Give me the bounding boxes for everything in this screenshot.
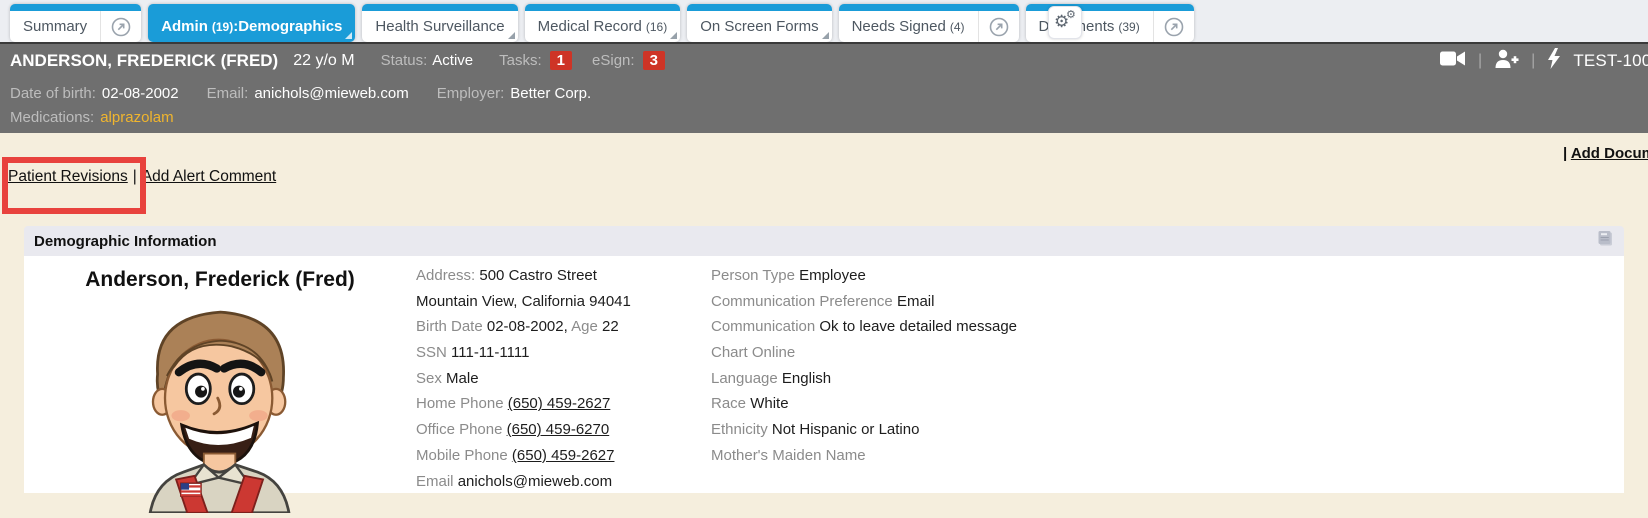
medications-label: Medications: — [10, 109, 94, 126]
journal-book-icon[interactable] — [1596, 230, 1614, 252]
tab-medical-dropdown-corner — [670, 32, 677, 39]
demographics-column-1: Address: 500 Castro Street Mountain View… — [416, 256, 711, 493]
age-label: Age — [571, 318, 598, 335]
sex-label: Sex — [416, 370, 442, 387]
address-label: Address: — [416, 267, 475, 284]
add-person-icon[interactable] — [1494, 49, 1519, 73]
tab-list: Summary Admin (19):Demographics Health Su… — [10, 4, 1194, 42]
language-label: Language — [711, 370, 778, 387]
patient-age-sex: 22 y/o M — [293, 52, 354, 70]
employer-value: Better Corp. — [510, 85, 591, 102]
alert-links-row: Patient Revisions|Add Alert Comment — [8, 168, 276, 186]
tab-on-screen-forms[interactable]: On Screen Forms — [687, 4, 831, 42]
comm-pref-value: Email — [897, 293, 935, 310]
tab-admin-dropdown-corner — [345, 32, 352, 39]
person-type-label: Person Type — [711, 267, 795, 284]
tab-medical-record[interactable]: Medical Record (16) — [525, 4, 681, 42]
esign-count-badge[interactable]: 3 — [643, 51, 665, 70]
patient-display-name: Anderson, Frederick (Fred) — [24, 268, 416, 292]
communication-label: Communication — [711, 318, 815, 335]
birth-date-value: 02-08-2002, — [487, 318, 568, 335]
race-label: Race — [711, 395, 746, 412]
status-label: Status: — [381, 52, 428, 69]
tab-health-surveillance-label: Health Surveillance — [362, 11, 517, 42]
patient-email-label: Email — [416, 473, 454, 490]
employer-label: Employer: — [437, 85, 505, 102]
needs-signed-popout-icon[interactable] — [978, 11, 1019, 42]
add-alert-comment-link[interactable]: Add Alert Comment — [142, 168, 276, 185]
comm-pref-label: Communication Preference — [711, 293, 893, 310]
birth-date-label: Birth Date — [416, 318, 483, 335]
tab-needs-signed-count: (4) — [950, 20, 965, 34]
home-phone-label: Home Phone — [416, 395, 504, 412]
demographics-panel-body: Anderson, Frederick (Fred) — [24, 256, 1624, 493]
patient-avatar — [24, 298, 416, 518]
tab-health-dropdown-corner — [508, 32, 515, 39]
age-value: 22 — [602, 318, 619, 335]
email-label: Email: — [207, 85, 249, 102]
tasks-count-badge[interactable]: 1 — [550, 51, 572, 70]
tab-documents-count: (39) — [1118, 20, 1139, 34]
tab-needs-signed-label: Needs Signed — [852, 18, 946, 35]
patient-info-bar: Date of birth: 02-08-2002 Email: anichol… — [0, 77, 1648, 133]
tab-summary-label: Summary — [10, 11, 100, 42]
tab-summary[interactable]: Summary — [10, 4, 141, 42]
mothers-maiden-name-label: Mother's Maiden Name — [711, 447, 866, 464]
demographics-panel-header: Demographic Information — [24, 226, 1624, 256]
mobile-phone-link[interactable]: (650) 459-2627 — [512, 447, 615, 464]
patient-header-bar: ANDERSON, FREDERICK (FRED) 22 y/o M Stat… — [0, 42, 1648, 77]
content-background: | Add Document Patient Revisions|Add Ale… — [0, 133, 1648, 493]
chart-id: TEST-10025 — [1573, 51, 1648, 71]
patient-revisions-link[interactable]: Patient Revisions — [8, 168, 128, 185]
video-camera-icon[interactable] — [1440, 50, 1466, 72]
office-phone-link[interactable]: (650) 459-6270 — [507, 421, 610, 438]
patient-email-value: anichols@mieweb.com — [458, 473, 612, 490]
tasks-label: Tasks: — [499, 52, 542, 69]
tab-forms-dropdown-corner — [822, 32, 829, 39]
summary-popout-icon[interactable] — [100, 11, 141, 42]
communication-value: Ok to leave detailed message — [819, 318, 1017, 335]
status-value: Active — [432, 52, 473, 69]
language-value: English — [782, 370, 831, 387]
tab-admin-suffix: :Demographics — [233, 18, 342, 35]
settings-gears-icon[interactable]: ⚙ ⚙ — [1048, 6, 1082, 39]
address-line2: Mountain View, California 94041 — [416, 293, 631, 310]
medications-value[interactable]: alprazolam — [100, 109, 173, 126]
ssn-value: 111-11-1111 — [451, 344, 529, 361]
documents-popout-icon[interactable] — [1153, 11, 1194, 42]
tab-on-screen-forms-label: On Screen Forms — [687, 11, 831, 42]
ethnicity-value: Not Hispanic or Latino — [772, 421, 920, 438]
dob-label: Date of birth: — [10, 85, 96, 102]
demographics-panel: Demographic Information Anderson, Freder… — [24, 226, 1624, 493]
esign-label: eSign: — [592, 52, 635, 69]
address-line1: 500 Castro Street — [479, 267, 597, 284]
tab-admin-label: Admin — [161, 18, 208, 35]
tab-medical-record-label: Medical Record — [538, 18, 642, 35]
ssn-label: SSN — [416, 344, 447, 361]
mobile-phone-label: Mobile Phone — [416, 447, 508, 464]
chart-online-label: Chart Online — [711, 344, 795, 361]
sex-value: Male — [446, 370, 479, 387]
tab-admin-demographics[interactable]: Admin (19):Demographics — [148, 4, 355, 42]
demographics-column-2: Person Type Employee Communication Prefe… — [711, 256, 1017, 493]
add-document-link-row: | Add Document — [1563, 145, 1648, 162]
lightning-bolt-icon[interactable] — [1547, 48, 1561, 74]
email-value: anichols@mieweb.com — [254, 85, 408, 102]
dob-value: 02-08-2002 — [102, 85, 179, 102]
race-value: White — [750, 395, 788, 412]
tab-needs-signed[interactable]: Needs Signed (4) — [839, 4, 1019, 42]
top-tab-bar: Summary Admin (19):Demographics Health Su… — [0, 0, 1648, 42]
office-phone-label: Office Phone — [416, 421, 502, 438]
tab-admin-count: (19) — [212, 20, 233, 34]
add-document-link[interactable]: Add Document — [1571, 145, 1648, 162]
ethnicity-label: Ethnicity — [711, 421, 768, 438]
tab-medical-record-count: (16) — [646, 20, 667, 34]
tab-health-surveillance[interactable]: Health Surveillance — [362, 4, 517, 42]
home-phone-link[interactable]: (650) 459-2627 — [508, 395, 611, 412]
panel-title: Demographic Information — [34, 233, 217, 250]
patient-name: ANDERSON, FREDERICK (FRED) — [10, 51, 278, 71]
person-type-value: Employee — [799, 267, 866, 284]
